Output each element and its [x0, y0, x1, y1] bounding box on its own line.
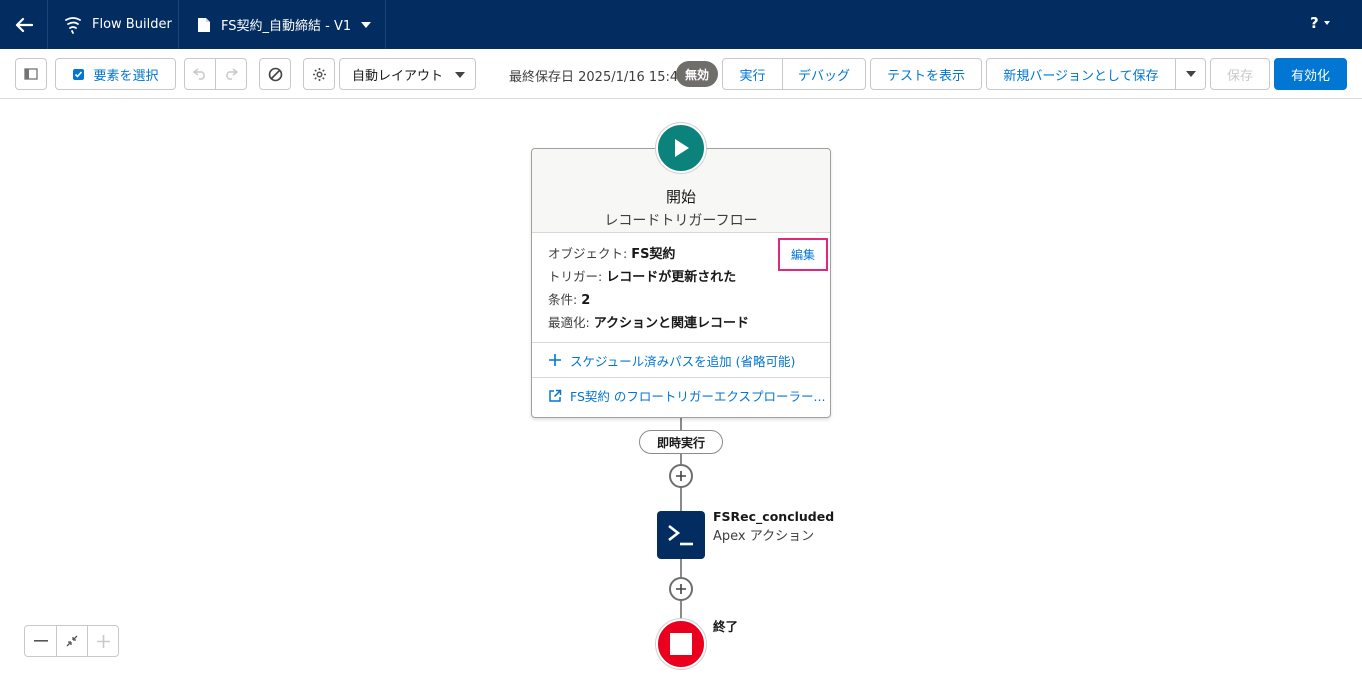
object-value: FS契約	[631, 247, 676, 262]
add-element-button[interactable]	[669, 464, 693, 488]
zoom-controls	[24, 625, 119, 657]
document-icon	[198, 17, 210, 32]
toggle-panel-button[interactable]	[15, 58, 47, 90]
select-elements-label: 要素を選択	[93, 68, 159, 84]
panel-icon	[24, 68, 38, 80]
undo-button[interactable]	[185, 59, 215, 89]
settings-button[interactable]	[303, 58, 335, 90]
connector-line	[680, 487, 682, 511]
undo-icon	[193, 68, 206, 80]
contract-icon	[66, 635, 78, 647]
add-element-button[interactable]	[669, 577, 693, 601]
chevron-down-icon	[1323, 21, 1330, 25]
trigger-explorer-link[interactable]: FS契約 のフロートリガーエクスプローラー...	[532, 378, 830, 413]
start-title: 開始	[665, 188, 696, 206]
apex-action-type: Apex アクション	[713, 529, 815, 544]
start-element-card[interactable]: 開始 レコードトリガーフロー オブジェクト: FS契約 トリガー: レコードが更…	[531, 148, 831, 418]
errors-button[interactable]	[259, 58, 291, 90]
help-icon: ?	[1310, 14, 1319, 32]
path-label-badge: 即時実行	[639, 430, 723, 454]
apex-action-name: FSRec_concluded	[713, 509, 835, 524]
chevron-down-icon	[361, 21, 372, 28]
conditions-value: 2	[581, 293, 591, 308]
ban-icon	[268, 67, 282, 81]
plus-icon	[96, 634, 110, 648]
add-scheduled-path-label: スケジュール済みパスを追加 (省略可能)	[570, 353, 796, 369]
checkbox-icon	[73, 68, 85, 80]
connector-line	[680, 559, 682, 577]
flow-version-menu[interactable]: FS契約_自動締結 - V1	[180, 0, 386, 49]
add-icon	[549, 354, 561, 366]
app-title: Flow Builder	[92, 17, 172, 32]
activate-button[interactable]: 有効化	[1274, 58, 1347, 90]
run-button[interactable]: 実行	[723, 59, 782, 89]
save-as-group: 新規バージョンとして保存	[986, 58, 1206, 90]
trigger-row: トリガー: レコードが更新された	[548, 268, 830, 291]
optimize-row: 最適化: アクションと関連レコード	[548, 314, 830, 337]
chevron-down-icon	[1185, 71, 1196, 77]
start-card-details: オブジェクト: FS契約 トリガー: レコードが更新された 条件: 2 最適化:…	[532, 233, 830, 343]
flow-title: FS契約_自動締結 - V1	[221, 19, 352, 34]
back-arrow-icon	[15, 17, 33, 32]
layout-select-value: 自動レイアウト	[352, 68, 444, 84]
connector-line	[680, 418, 682, 430]
last-saved-text: 最終保存日 2025/1/16 15:49	[509, 70, 687, 85]
layout-select[interactable]: 自動レイアウト	[339, 58, 476, 90]
redo-icon	[226, 68, 239, 80]
zoom-in-button[interactable]	[87, 626, 118, 656]
flow-canvas[interactable]: 開始 レコードトリガーフロー オブジェクト: FS契約 トリガー: レコードが更…	[0, 100, 1362, 679]
undo-redo-group	[184, 58, 247, 90]
terminal-icon	[668, 524, 693, 546]
end-node[interactable]	[656, 619, 706, 669]
plus-icon	[676, 471, 686, 481]
end-label: 終了	[713, 619, 739, 634]
zoom-out-button[interactable]	[25, 626, 56, 656]
save-as-new-version-button[interactable]: 新規バージョンとして保存	[987, 59, 1175, 89]
run-debug-group: 実行 デバッグ	[722, 58, 866, 90]
edit-link[interactable]: 編集	[778, 238, 828, 271]
flow-icon	[65, 16, 81, 34]
save-button[interactable]: 保存	[1210, 58, 1270, 90]
add-scheduled-path-link[interactable]: スケジュール済みパスを追加 (省略可能)	[532, 343, 830, 378]
object-label: オブジェクト:	[548, 246, 632, 261]
new-window-icon	[549, 389, 562, 402]
save-menu-button[interactable]	[1175, 59, 1205, 89]
trigger-value: レコードが更新された	[606, 270, 737, 285]
trigger-explorer-label: FS契約 のフロートリガーエクスプローラー...	[570, 389, 826, 404]
view-tests-button[interactable]: テストを表示	[870, 58, 982, 90]
status-badge: 無効	[676, 61, 718, 87]
optimize-label: 最適化:	[548, 315, 594, 330]
start-node[interactable]	[656, 123, 706, 173]
debug-button[interactable]: デバッグ	[782, 59, 865, 89]
trigger-label: トリガー:	[548, 269, 607, 284]
apex-action-label: FSRec_concluded Apex アクション	[713, 509, 834, 544]
optimize-value: アクションと関連レコード	[593, 316, 750, 331]
conditions-row: 条件: 2	[548, 291, 830, 314]
gear-icon	[312, 67, 326, 81]
plus-icon	[676, 584, 686, 594]
apex-action-node[interactable]	[657, 511, 705, 559]
toolbar: 要素を選択 自動レイアウト 最終保存日 2025/1/16 15:49 無効 実…	[0, 49, 1362, 99]
stop-icon	[670, 633, 692, 655]
minus-icon	[33, 640, 48, 642]
chevron-down-icon	[455, 72, 465, 78]
connector-line	[680, 601, 682, 619]
back-button[interactable]	[0, 0, 48, 49]
redo-button[interactable]	[215, 59, 246, 89]
help-menu[interactable]: ?	[1310, 14, 1330, 32]
connector-line	[680, 454, 682, 464]
global-header: Flow Builder FS契約_自動締結 - V1 ?	[0, 0, 1362, 49]
select-elements-button[interactable]: 要素を選択	[55, 58, 176, 90]
start-subtitle: レコードトリガーフロー	[604, 213, 758, 229]
play-icon	[675, 139, 689, 157]
fit-view-button[interactable]	[56, 626, 87, 656]
app-name: Flow Builder	[48, 0, 179, 49]
conditions-label: 条件:	[548, 292, 582, 307]
